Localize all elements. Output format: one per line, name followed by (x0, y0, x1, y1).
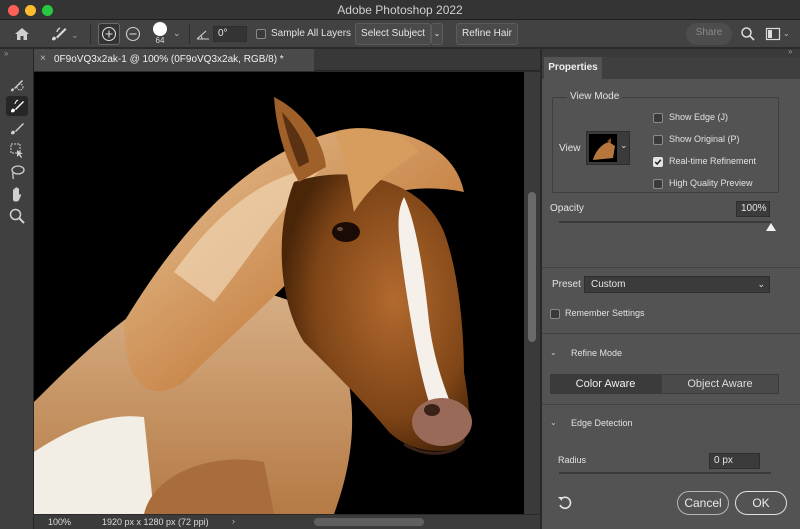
preset-dropdown[interactable]: Custom ⌄ (584, 276, 770, 293)
search-icon[interactable] (740, 26, 756, 42)
refine-mode-chevron-icon[interactable]: ⌄ (550, 348, 557, 357)
remember-settings-checkbox[interactable] (550, 309, 560, 319)
refine-hair-button[interactable]: Refine Hair (456, 23, 518, 45)
status-bar: 100% 1920 px x 1280 px (72 ppi) › (34, 514, 540, 529)
horse-image (34, 97, 472, 514)
angle-icon (195, 27, 211, 41)
remember-settings-label: Remember Settings (565, 308, 645, 318)
share-button[interactable]: Share (686, 23, 732, 45)
zoom-level[interactable]: 100% (48, 517, 71, 527)
view-mode-group: View Mode View ⌄ Show Edge (J) Show Orig… (552, 91, 779, 193)
brush-preview-icon (153, 22, 167, 36)
opacity-input[interactable]: 100% (736, 201, 770, 217)
ok-button[interactable]: OK (735, 491, 787, 515)
document-info: 1920 px x 1280 px (72 ppi) (102, 517, 209, 527)
brush-size-picker[interactable]: 64 (152, 22, 168, 46)
edge-detection-chevron-icon[interactable]: ⌄ (550, 418, 557, 427)
refine-mode-segmented-control: Color Aware Object Aware (550, 374, 779, 394)
status-menu-chevron-icon[interactable]: › (232, 516, 235, 526)
collapse-panel-icon[interactable]: » (788, 47, 792, 56)
properties-panel: » Properties View Mode View ⌄ Show Edge … (541, 47, 800, 529)
sample-all-layers-checkbox[interactable] (256, 29, 266, 39)
document-tab[interactable]: × 0F9oVQ3x2ak-1 @ 100% (0F9oVQ3x2ak, RGB… (34, 49, 314, 71)
realtime-refinement-label: Real-time Refinement (669, 156, 757, 166)
object-selection-tool-icon[interactable] (6, 140, 28, 160)
angle-input[interactable]: 0° (213, 26, 247, 42)
select-subject-button[interactable]: Select Subject (355, 23, 431, 45)
edge-detection-heading: Edge Detection (571, 418, 633, 428)
add-to-selection-button[interactable] (98, 23, 120, 45)
workspace-icon[interactable] (765, 26, 781, 42)
collapse-toolbar-icon[interactable]: » (4, 49, 8, 58)
view-dropdown-chevron-icon: ⌄ (620, 140, 628, 150)
refine-edge-brush-icon (11, 99, 24, 113)
lasso-tool-icon[interactable] (6, 162, 28, 182)
preset-chevron-icon: ⌄ (757, 279, 765, 289)
show-original-label: Show Original (P) (669, 134, 740, 144)
high-quality-preview-label: High Quality Preview (669, 178, 753, 188)
radius-input[interactable]: 0 px (709, 453, 760, 469)
document-tab-bar: × 0F9oVQ3x2ak-1 @ 100% (0F9oVQ3x2ak, RGB… (34, 49, 540, 71)
show-original-checkbox[interactable] (653, 135, 663, 145)
quick-selection-tool-icon[interactable] (6, 75, 28, 95)
panel-tab-bar: Properties (542, 57, 800, 79)
brush-size-value: 64 (155, 36, 165, 45)
tab-properties[interactable]: Properties (544, 57, 602, 79)
radius-label: Radius (558, 455, 587, 465)
brush-tool-icon[interactable] (6, 118, 28, 138)
options-bar: ⌄ 64 ⌄ 0° Sample All Layers Select Subje… (0, 20, 800, 48)
show-edge-checkbox[interactable] (653, 113, 663, 123)
vertical-scroll-thumb[interactable] (528, 192, 536, 342)
select-subject-dropdown[interactable]: ⌄ (431, 23, 443, 45)
tools-panel: » (0, 49, 34, 529)
preset-label: Preset (552, 279, 581, 290)
view-mode-picker[interactable]: ⌄ (586, 131, 630, 165)
window-title: Adobe Photoshop 2022 (337, 3, 463, 17)
color-aware-option[interactable]: Color Aware (550, 374, 661, 394)
document-canvas[interactable] (34, 72, 524, 514)
workspace-chevron-icon[interactable]: ⌄ (783, 29, 790, 38)
high-quality-preview-checkbox[interactable] (653, 179, 663, 189)
close-document-icon[interactable]: × (40, 53, 46, 64)
preset-value: Custom (591, 279, 626, 290)
home-icon[interactable] (12, 25, 32, 43)
zoom-tool-icon[interactable] (6, 206, 28, 226)
tool-preset-chevron-icon[interactable]: ⌄ (71, 30, 79, 41)
cancel-button[interactable]: Cancel (677, 491, 729, 515)
refine-edge-brush-tool[interactable] (6, 96, 28, 116)
show-edge-label: Show Edge (J) (669, 112, 729, 122)
brush-options-chevron-icon[interactable]: ⌄ (173, 28, 181, 39)
opacity-slider-track[interactable] (559, 221, 771, 223)
document-tab-title: 0F9oVQ3x2ak-1 @ 100% (0F9oVQ3x2ak, RGB/8… (54, 54, 284, 65)
reset-icon[interactable] (556, 495, 574, 511)
realtime-refinement-checkbox[interactable] (653, 157, 663, 167)
opacity-slider-handle[interactable] (766, 223, 776, 231)
view-mode-heading: View Mode (567, 91, 623, 102)
refine-mode-heading: Refine Mode (571, 348, 623, 358)
hand-tool-icon[interactable] (6, 184, 28, 204)
horizontal-scroll-thumb[interactable] (314, 518, 424, 526)
vertical-scrollbar[interactable] (524, 72, 540, 514)
refine-edge-brush-icon[interactable] (48, 24, 70, 44)
opacity-label: Opacity (550, 203, 584, 214)
view-label: View (559, 143, 581, 154)
radius-slider-track[interactable] (559, 472, 771, 474)
subtract-from-selection-button[interactable] (123, 23, 143, 45)
title-bar: Adobe Photoshop 2022 (0, 0, 800, 20)
view-thumbnail-icon (589, 134, 617, 162)
sample-all-layers-label: Sample All Layers (271, 28, 352, 39)
object-aware-option[interactable]: Object Aware (661, 374, 779, 394)
